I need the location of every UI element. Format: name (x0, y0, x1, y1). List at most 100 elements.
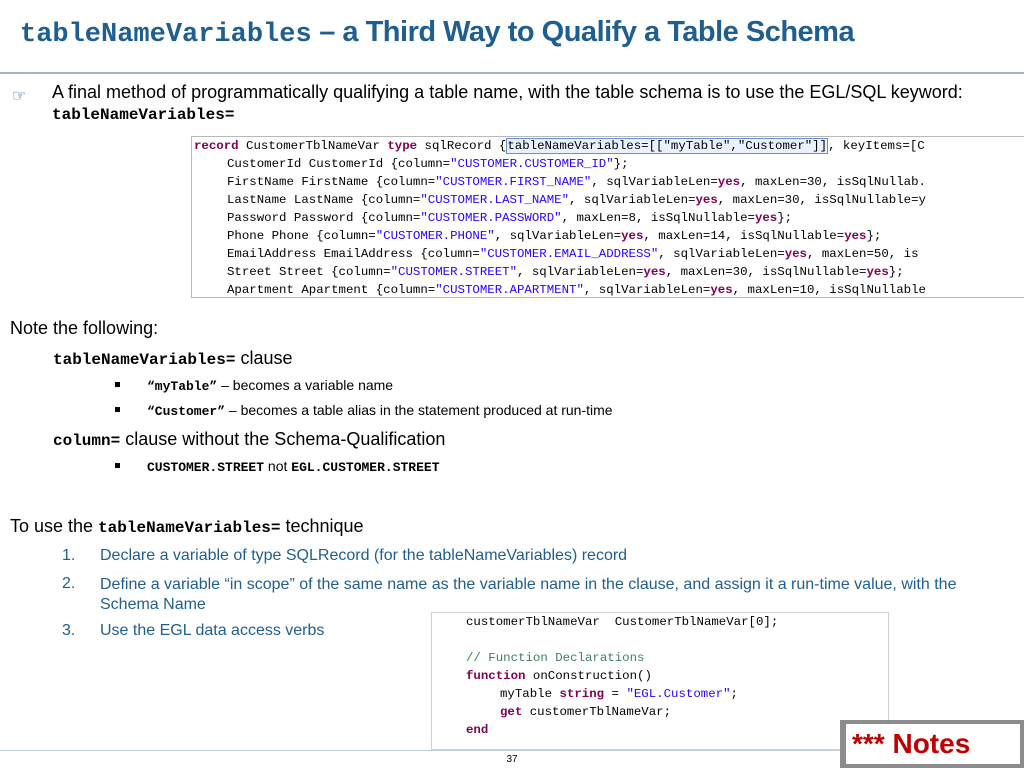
step-2-text: Define a variable “in scope” of the same… (100, 576, 957, 613)
code-line: Street Street {column="CUSTOMER.STREET",… (192, 263, 1024, 281)
code-token: yes (695, 193, 718, 207)
code-token: Phone Phone {column= (227, 229, 376, 243)
code-token: , maxLen=30, isSqlNullab. (740, 175, 926, 189)
code-token: get (500, 705, 523, 719)
code-token: EmailAddress EmailAddress {column= (227, 247, 480, 261)
code-token: , keyItems=[C (828, 139, 925, 153)
code-token: FirstName FirstName {column= (227, 175, 436, 189)
code-token: , maxLen=30, isSqlNullable= (665, 265, 867, 279)
notes-badge[interactable]: *** Notes (840, 720, 1024, 768)
code-token: , maxLen=30, isSqlNullable=y (717, 193, 926, 207)
code-token: yes (784, 247, 807, 261)
code-token: CustomerId CustomerId {column= (227, 157, 451, 171)
to-use-text: To use the (10, 516, 99, 536)
code-token: Apartment Apartment {column= (227, 283, 436, 297)
code-token: "CUSTOMER.FIRST_NAME" (435, 175, 592, 189)
clause-2: column= clause without the Schema-Qualif… (53, 429, 445, 450)
sub-item-3: CUSTOMER.STREET not EGL.CUSTOMER.STREET (147, 458, 440, 475)
sub-item-1: “myTable” – becomes a variable name (147, 377, 393, 394)
code-token: "CUSTOMER.CUSTOMER_ID" (450, 157, 614, 171)
code-token: , maxLen=50, is (807, 247, 919, 261)
step-3-number: 3. (62, 622, 76, 639)
slide-title-code: tableNameVariables (20, 20, 312, 50)
step-1-number: 1. (62, 547, 76, 564)
bullet-intro-text: A final method of programmatically quali… (52, 82, 963, 102)
record-code-screenshot: record CustomerTblNameVar type sqlRecord… (191, 136, 1024, 298)
sub-item-3-code-1: CUSTOMER.STREET (147, 460, 265, 475)
step-2-number: 2. (62, 575, 76, 592)
clause-1-code: tableNameVariables= (53, 351, 236, 369)
code-token: string (559, 687, 605, 701)
code-token: "CUSTOMER.APARTMENT" (435, 283, 584, 297)
to-use-tail: technique (280, 516, 364, 536)
code-token: , sqlVariableLen= (583, 283, 711, 297)
code-token: record (194, 139, 239, 153)
code-token: , maxLen=10, isSqlNullable (732, 283, 926, 297)
step-3-text: Use the EGL data access verbs (100, 622, 325, 639)
code-line: // Function Declarations (432, 649, 888, 667)
pointing-hand-icon: ☞ (12, 88, 27, 105)
code-token: onConstruction() (525, 669, 652, 683)
sub-item-3-not: not (264, 458, 292, 474)
bullet-square-icon (115, 382, 120, 387)
code-line: EmailAddress EmailAddress {column="CUSTO… (192, 245, 1024, 263)
code-token: yes (866, 265, 889, 279)
clause-2-code: column= (53, 432, 121, 450)
code-token: Street Street {column= (227, 265, 391, 279)
code-token: tableNameVariables=[["myTable","Customer… (506, 138, 829, 154)
notes-badge-label: *** Notes (846, 724, 1020, 764)
code-line: Password Password {column="CUSTOMER.PASS… (192, 209, 1024, 227)
code-line: Phone Phone {column="CUSTOMER.PHONE", sq… (192, 227, 1024, 245)
code-line: FirstName FirstName {column="CUSTOMER.FI… (192, 173, 1024, 191)
code-line: record CustomerTblNameVar type sqlRecord… (192, 137, 1024, 155)
code-line: CustomerId CustomerId {column="CUSTOMER.… (192, 155, 1024, 173)
to-use-code: tableNameVariables= (98, 519, 281, 537)
code-token: customerTblNameVar; (522, 705, 672, 719)
code-token: , sqlVariableLen= (658, 247, 785, 261)
code-token: LastName LastName {column= (227, 193, 421, 207)
sub-item-3-code-2: EGL.CUSTOMER.STREET (291, 460, 440, 475)
code-token: , sqlVariableLen= (494, 229, 622, 243)
bullet-square-icon (115, 407, 120, 412)
code-token: yes (621, 229, 644, 243)
code-line: LastName LastName {column="CUSTOMER.LAST… (192, 191, 1024, 209)
code-token: yes (717, 175, 741, 189)
code-token: }; (613, 157, 629, 171)
code-line: function onConstruction() (432, 667, 888, 685)
bullet-square-icon (115, 463, 120, 468)
sub-item-1-text: – becomes a variable name (217, 377, 394, 393)
clause-2-text: clause without the Schema-Qualification (120, 429, 446, 449)
code-token: , maxLen=8, isSqlNullable= (561, 211, 755, 225)
code-token: }; (777, 211, 793, 225)
code-token: Password Password {column= (227, 211, 421, 225)
code-token: yes (710, 283, 733, 297)
code-token: type (387, 139, 418, 153)
code-line: Apartment Apartment {column="CUSTOMER.AP… (192, 281, 1024, 297)
sub-item-2-code: “Customer” (147, 404, 226, 419)
code-token: CustomerTblNameVar (238, 139, 388, 153)
sub-item-2-text: – becomes a table alias in the statement… (225, 402, 613, 418)
code-token: , sqlVariableLen= (591, 175, 718, 189)
code-token: yes (844, 229, 867, 243)
code-token: sqlRecord { (417, 139, 507, 153)
code-token: }; (888, 265, 904, 279)
code-line: customerTblNameVar CustomerTblNameVar[0]… (432, 613, 888, 631)
code-token: "EGL.Customer" (626, 687, 731, 701)
slide-title: tableNameVariables – a Third Way to Qual… (20, 16, 855, 50)
code-token: yes (754, 211, 778, 225)
code-token: end (466, 723, 489, 737)
code-token: , sqlVariableLen= (517, 265, 644, 279)
code-line: end (432, 721, 888, 739)
to-use-heading: To use the tableNameVariables= technique (10, 516, 364, 537)
step-1-text: Declare a variable of type SQLRecord (fo… (100, 547, 628, 564)
code-token: "CUSTOMER.PASSWORD" (420, 211, 562, 225)
code-token: function (466, 669, 526, 683)
code-token: yes (643, 265, 666, 279)
code-token: ; (730, 687, 738, 701)
title-divider (0, 72, 1024, 74)
code-token: "CUSTOMER.LAST_NAME" (420, 193, 570, 207)
sub-item-2: “Customer” – becomes a table alias in th… (147, 402, 613, 419)
code-token: , maxLen=14, isSqlNullable= (643, 229, 845, 243)
slide-title-text: – a Third Way to Qualify a Table Schema (311, 16, 855, 48)
